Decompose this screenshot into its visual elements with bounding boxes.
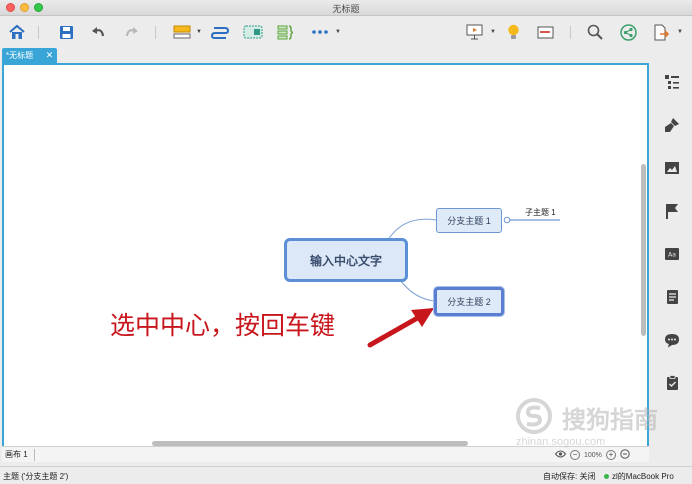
idea-icon: [507, 24, 519, 39]
relationship-button[interactable]: [209, 22, 231, 42]
search-icon: [587, 24, 603, 40]
toolbar-separator: [570, 26, 571, 39]
notes-button[interactable]: [663, 288, 681, 306]
layout-icon: [537, 26, 553, 38]
zoom-in-button[interactable]: +: [605, 450, 616, 460]
outline-icon: [665, 75, 679, 89]
close-icon[interactable]: ✕: [45, 50, 54, 61]
online-indicator: [604, 474, 609, 479]
chevron-down-icon[interactable]: ▼: [677, 29, 683, 35]
task-icon: [666, 375, 678, 390]
toolbar-separator: [38, 26, 39, 39]
home-button[interactable]: [7, 22, 27, 42]
more-button[interactable]: [311, 22, 329, 42]
undo-icon: [91, 27, 104, 37]
summary-icon: [277, 25, 293, 40]
relationship-icon: [211, 27, 229, 39]
comment-button[interactable]: [663, 331, 681, 349]
zoom-level: 100%: [584, 451, 602, 459]
chevron-down-icon[interactable]: ▼: [490, 29, 496, 35]
brush-icon: [665, 118, 679, 132]
app-window: 无标题 ▼ ▼ ▼ ▼ *无标题 ✕ 输入中心文字 分支主题 1 分支主题 2 …: [0, 0, 692, 484]
vertical-scrollbar[interactable]: [641, 164, 646, 336]
comment-icon: [665, 333, 679, 347]
outline-button[interactable]: [663, 73, 681, 91]
device-name: zl的MacBook Pro: [612, 472, 674, 481]
insert-topic-button[interactable]: [171, 22, 193, 42]
chevron-down-icon[interactable]: ▼: [196, 29, 202, 35]
search-button[interactable]: [585, 22, 605, 42]
summary-button[interactable]: [275, 22, 295, 42]
annotation-arrow: [367, 313, 424, 348]
layout-button[interactable]: [535, 22, 555, 42]
branch-topic-selected[interactable]: 分支主题 2: [434, 287, 504, 316]
presentation-icon: [466, 24, 482, 40]
tab-bar: *无标题 ✕: [0, 47, 692, 63]
save-button[interactable]: [56, 22, 76, 42]
home-icon: [9, 24, 25, 39]
eye-icon[interactable]: [554, 450, 567, 460]
connector-line: [387, 218, 437, 241]
status-bar: 主题 ('分支主题 2') 自动保存: 关闭 zl的MacBook Pro: [0, 466, 692, 484]
export-button[interactable]: [651, 22, 671, 42]
central-topic[interactable]: 输入中心文字: [284, 238, 408, 282]
more-icon: [312, 30, 328, 34]
redo-icon: [125, 27, 138, 37]
selection-status: 主题 ('分支主题 2'): [3, 472, 69, 481]
idea-button[interactable]: [503, 22, 523, 42]
mindmap-canvas[interactable]: 输入中心文字 分支主题 1 分支主题 2 子主题 1 选中中心，按回车键: [2, 63, 649, 462]
title-bar: 无标题: [0, 0, 692, 16]
zoom-out-button[interactable]: −: [570, 450, 580, 460]
format-button[interactable]: [663, 116, 681, 134]
collapse-toggle: [503, 216, 511, 224]
right-panel: Aa: [652, 63, 692, 463]
undo-button[interactable]: [88, 22, 108, 42]
chevron-down-icon[interactable]: ▼: [335, 29, 341, 35]
export-icon: [654, 24, 669, 40]
branch-topic[interactable]: 分支主题 1: [436, 208, 502, 233]
zoom-fit-icon[interactable]: [620, 449, 630, 461]
svg-text:Aa: Aa: [668, 252, 676, 259]
image-button[interactable]: [663, 159, 681, 177]
image-icon: [665, 162, 679, 174]
window-title: 无标题: [332, 4, 360, 14]
text-style-button[interactable]: Aa: [663, 245, 681, 263]
annotation-text: 选中中心，按回车键: [110, 312, 336, 340]
toolbar-separator: [155, 26, 156, 39]
share-button[interactable]: [618, 22, 638, 42]
boundary-icon: [243, 25, 263, 39]
subtopic[interactable]: 子主题 1: [525, 207, 556, 218]
share-icon: [619, 23, 637, 41]
notes-icon: [666, 290, 678, 304]
tab-document[interactable]: *无标题 ✕: [2, 48, 57, 63]
insert-topic-icon: [173, 25, 191, 39]
zoom-controls: − 100% +: [554, 449, 630, 461]
divider: [34, 449, 35, 461]
marker-button[interactable]: [663, 202, 681, 220]
text-icon: Aa: [665, 248, 679, 260]
boundary-button[interactable]: [242, 22, 264, 42]
flag-icon: [666, 204, 678, 219]
autosave-status[interactable]: 自动保存: 关闭: [543, 471, 595, 482]
sheet-tab[interactable]: 画布 1: [5, 449, 28, 460]
redo-button[interactable]: [121, 22, 141, 42]
toolbar: ▼ ▼ ▼ ▼: [0, 17, 692, 47]
presentation-button[interactable]: [464, 22, 484, 42]
tab-label: *无标题: [6, 51, 34, 60]
task-button[interactable]: [663, 374, 681, 392]
save-icon: [59, 25, 73, 39]
sheet-bar: 画布 1 − 100% +: [2, 446, 649, 462]
